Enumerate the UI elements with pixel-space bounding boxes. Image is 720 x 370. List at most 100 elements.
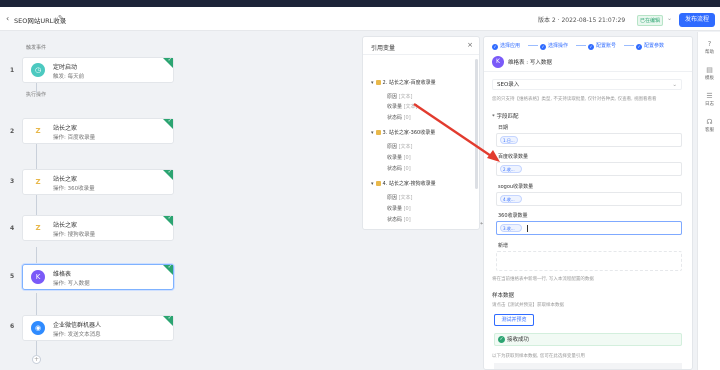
publish-button[interactable]: 发布流程 — [679, 13, 715, 27]
new-field-area[interactable] — [496, 251, 682, 271]
variable-type: [文本] — [403, 104, 418, 110]
sample-title: 样本数据 — [492, 293, 515, 299]
new-field-link[interactable]: 新增 — [498, 242, 508, 249]
header-bar: ‹ SEO网站URL收录 ✎ 版本 2 · 2022-08-15 21:07:2… — [0, 7, 720, 31]
variable-chip[interactable]: 1.日... — [500, 136, 518, 144]
connector-line — [36, 341, 37, 355]
node-title: 定时启动 — [53, 64, 78, 71]
z-icon: Z — [35, 178, 41, 186]
flow-node-vika[interactable]: K 维格表 操作: 写入数据 ✓ — [22, 264, 174, 290]
flow-node-trigger[interactable]: ◷ 定时启动 触发: 每天前 ✓ — [22, 57, 174, 83]
variable-panel: 引用变量 × ▾ 2. 站长之家-百度收录量 原因 [文本] 收录量 [文本] 状… — [362, 36, 480, 230]
status-badge: 已在编辑 — [637, 15, 664, 26]
rail-label: 帮助 — [705, 50, 714, 55]
variable-item[interactable]: 收录量 [0] — [387, 154, 411, 161]
add-step-button[interactable]: + — [32, 355, 41, 364]
baidu-count-field[interactable]: 2.收... — [496, 162, 682, 176]
variable-group[interactable]: ▾ 4. 站长之家-搜狗收录量 — [371, 180, 436, 187]
app-icon — [375, 80, 381, 85]
variable-name: 原因 — [387, 144, 398, 150]
template-icon: ▤ — [706, 66, 713, 74]
variable-item[interactable]: 原因 [文本] — [387, 93, 413, 100]
field-label: sogou收录数量 — [498, 184, 534, 190]
flow-node-wecom-bot[interactable]: ◉ 企业微信群机器人 操作: 发送文本消息 ✓ — [22, 315, 174, 341]
variable-item[interactable]: 状态码 [0] — [387, 114, 411, 121]
group-title: 4. 站长之家-搜狗收录量 — [382, 181, 436, 187]
top-strip — [0, 0, 720, 7]
check-icon: ✓ — [588, 44, 594, 50]
version-info: 版本 2 · 2022-08-15 21:07:29 — [538, 17, 626, 24]
rail-item-log[interactable]: ☰ 日志 — [698, 92, 720, 107]
sogou-count-field[interactable]: 4.收... — [496, 192, 682, 206]
variable-chip[interactable]: 4.收... — [500, 195, 522, 203]
success-text: 接收成功 — [507, 337, 530, 343]
node-title: 维格表 — [53, 271, 72, 278]
variable-name: 状态码 — [387, 115, 403, 121]
node-title: 站长之家 — [53, 125, 78, 132]
check-icon: ✓ — [167, 264, 172, 270]
variable-item[interactable]: 原因 [文本] — [387, 143, 413, 150]
success-banner: ✓ 接收成功 — [494, 333, 682, 346]
flow-node-baidu[interactable]: Z 站长之家 操作: 百度收录量 ✓ — [22, 118, 174, 144]
node-subtitle: 操作: 搜狗收录量 — [53, 232, 96, 238]
flow-node-sogou[interactable]: Z 站长之家 操作: 搜狗收录量 ✓ — [22, 215, 174, 241]
check-icon: ✓ — [636, 44, 642, 50]
sample-data-area — [494, 363, 682, 369]
chevron-down-icon: ⌄ — [672, 82, 677, 88]
variable-name: 状态码 — [387, 217, 403, 223]
variable-item[interactable]: 状态码 [0] — [387, 216, 411, 223]
caret-down-icon: ▾ — [371, 80, 374, 86]
variable-type: [0] — [403, 155, 411, 161]
variable-item[interactable]: 原因 [文本] — [387, 194, 413, 201]
variable-item[interactable]: 收录量 [文本] — [387, 103, 418, 110]
step-item[interactable]: ✓ 配置参数 — [636, 42, 664, 50]
rail-label: 模板 — [705, 76, 714, 81]
variable-chip[interactable]: 3.收... — [500, 224, 522, 232]
node-subtitle: 操作: 写入数据 — [53, 281, 90, 287]
check-icon: ✓ — [167, 169, 172, 175]
edit-icon[interactable]: ✎ — [58, 14, 64, 22]
app-header: K 维格表 : 写入数据 — [484, 54, 692, 72]
config-panel: ✓ 选择应用 ✓ 选择操作 ✓ 配置账号 ✓ 配置参数 K 维格表 : 写入数据 SEO… — [483, 36, 693, 370]
count-360-field[interactable]: 3.收... — [496, 221, 682, 235]
rail-item-template[interactable]: ▤ 模板 — [698, 66, 720, 81]
vika-icon: K — [492, 56, 504, 68]
variable-name: 原因 — [387, 94, 398, 100]
flow-node-360[interactable]: Z 站长之家 操作: 360收录量 ✓ — [22, 169, 174, 195]
step-label: 选择应用 — [500, 43, 521, 49]
date-field[interactable]: 1.日... — [496, 133, 682, 147]
rail-label: 日志 — [705, 102, 714, 107]
chevron-down-icon[interactable]: ⌄ — [667, 15, 672, 22]
variable-group[interactable]: ▾ 2. 站长之家-百度收录量 — [371, 79, 436, 86]
field-label: 百度收录数量 — [498, 154, 529, 160]
rail-item-help[interactable]: ? 帮助 — [698, 40, 720, 55]
step-item[interactable]: ✓ 选择操作 — [540, 42, 568, 50]
variable-name: 收录量 — [387, 104, 403, 110]
variable-item[interactable]: 状态码 [0] — [387, 165, 411, 172]
variable-item[interactable]: 收录量 [0] — [387, 205, 411, 212]
variable-group[interactable]: ▾ 3. 站长之家-360收录量 — [371, 129, 435, 136]
step-item[interactable]: ✓ 配置账号 — [588, 42, 616, 50]
node-number: 5 — [10, 273, 15, 280]
check-icon: ✓ — [540, 44, 546, 50]
step-label: 配置账号 — [596, 43, 617, 49]
close-icon[interactable]: × — [467, 41, 473, 49]
check-icon: ✓ — [167, 215, 172, 221]
z-icon: Z — [35, 224, 41, 232]
node-subtitle: 操作: 百度收录量 — [53, 135, 96, 141]
check-icon: ✓ — [167, 57, 172, 63]
check-icon: ✓ — [167, 315, 172, 321]
rail-item-service[interactable]: ☊ 客服 — [698, 118, 720, 133]
test-preview-button[interactable]: 测试并预览 — [494, 314, 534, 326]
step-connector — [576, 45, 586, 46]
variable-chip[interactable]: 2.收... — [500, 165, 522, 173]
footer-hint: 以下为获取到样本数据, 您可在此选择变量引用 — [492, 354, 585, 359]
step-item[interactable]: ✓ 选择应用 — [492, 42, 520, 50]
chevron-left-icon[interactable]: ‹ — [6, 14, 9, 23]
sheet-select[interactable]: SEO录入 ⌄ — [492, 79, 682, 90]
z-icon: Z — [35, 127, 41, 135]
node-number: 4 — [10, 225, 15, 232]
help-icon: ? — [707, 40, 712, 48]
group-title: 3. 站长之家-360收录量 — [382, 130, 436, 136]
scrollbar[interactable] — [475, 59, 478, 189]
